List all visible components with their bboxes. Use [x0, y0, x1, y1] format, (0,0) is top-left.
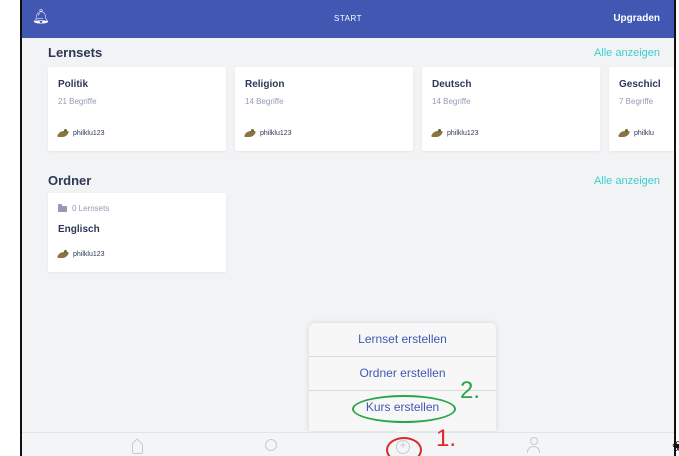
section-title-sets: Lernsets	[48, 45, 103, 60]
folder-owner: philklu123	[58, 250, 105, 258]
avatar-icon	[619, 129, 629, 137]
tab-bar	[22, 432, 674, 456]
show-all-folders-link[interactable]: Alle anzeigen	[594, 175, 660, 187]
profile-icon[interactable]	[527, 437, 540, 453]
avatar-icon	[58, 250, 68, 258]
page-title: START	[334, 14, 362, 23]
upgrade-button[interactable]: Upgraden	[613, 13, 660, 24]
avatar-icon	[432, 129, 442, 137]
folder-meta: 0 Lernsets	[58, 203, 110, 213]
folder-set-count: 0 Lernsets	[72, 204, 110, 213]
set-name: Politik	[58, 79, 89, 90]
avatar-icon	[58, 129, 68, 137]
annotation-step-2: 2.	[460, 377, 481, 404]
owner-name: philklu123	[73, 251, 105, 258]
cursor-icon: ❀	[672, 438, 679, 454]
section-title-folders: Ordner	[48, 173, 92, 188]
set-owner: philklu123	[432, 129, 479, 137]
set-card[interactable]: Religion 14 Begriffe philklu123	[235, 67, 413, 151]
set-card[interactable]: Geschicl 7 Begriffe philklu	[609, 67, 674, 151]
show-all-sets-link[interactable]: Alle anzeigen	[594, 47, 660, 59]
set-card[interactable]: Politik 21 Begriffe philklu123	[48, 67, 226, 151]
set-owner: philklu123	[245, 129, 292, 137]
folder-card[interactable]: 0 Lernsets Englisch philklu123	[48, 193, 226, 272]
app-frame: 🔔︎ START Upgraden Lernsets Alle anzeigen…	[20, 0, 676, 456]
folder-icon	[58, 203, 67, 212]
home-icon[interactable]	[131, 440, 143, 454]
owner-name: philklu	[634, 130, 654, 137]
annotation-red-circle	[386, 437, 422, 456]
annotation-green-circle	[352, 395, 456, 423]
set-term-count: 7 Begriffe	[619, 97, 654, 106]
search-icon[interactable]	[265, 439, 277, 451]
set-name: Religion	[245, 79, 285, 90]
avatar-icon	[245, 129, 255, 137]
set-term-count: 14 Begriffe	[432, 97, 471, 106]
set-owner: philklu123	[58, 129, 105, 137]
owner-name: philklu123	[73, 130, 105, 137]
folder-name: Englisch	[58, 224, 100, 235]
top-bar: 🔔︎ START Upgraden	[22, 0, 674, 38]
set-term-count: 14 Begriffe	[245, 97, 284, 106]
set-name: Geschicl	[619, 79, 661, 90]
owner-name: philklu123	[447, 130, 479, 137]
set-card[interactable]: Deutsch 14 Begriffe philklu123	[422, 67, 600, 151]
set-name: Deutsch	[432, 79, 472, 90]
set-owner: philklu	[619, 129, 654, 137]
set-term-count: 21 Begriffe	[58, 97, 97, 106]
annotation-step-1: 1.	[436, 425, 457, 452]
owner-name: philklu123	[260, 130, 292, 137]
create-set-menu-item[interactable]: Lernset erstellen	[309, 323, 496, 357]
